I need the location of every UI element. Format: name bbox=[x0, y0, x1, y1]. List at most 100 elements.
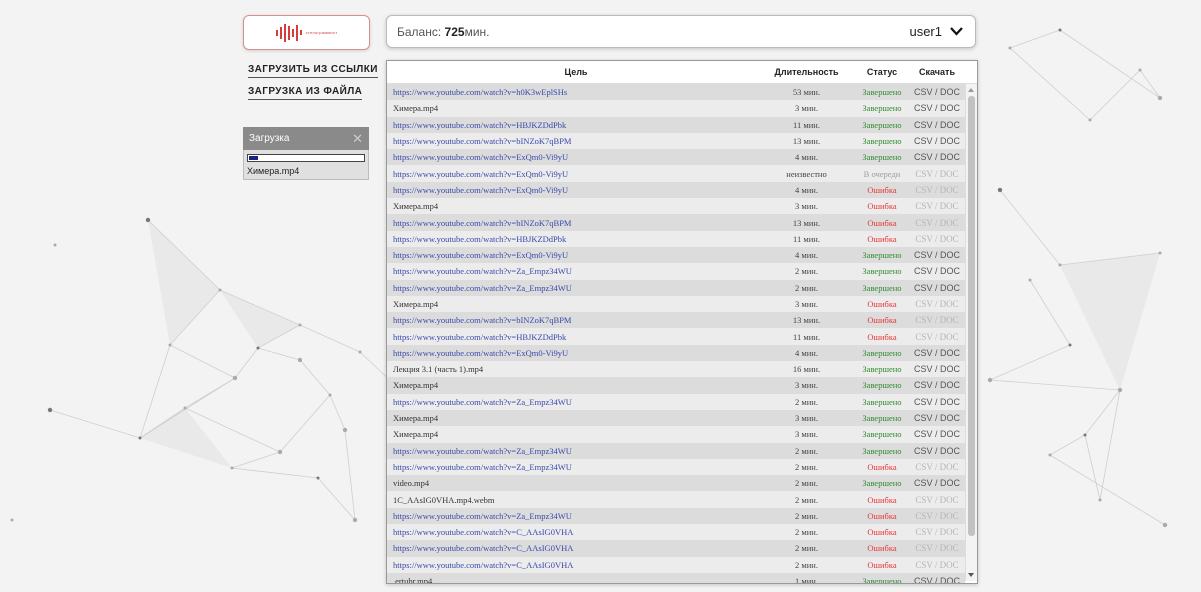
background-node bbox=[1068, 343, 1072, 347]
row-goal-link[interactable]: https://www.youtube.com/watch?v=HBJKZDdP… bbox=[387, 120, 759, 130]
row-goal-link[interactable]: https://www.youtube.com/watch?v=Za_Empz3… bbox=[387, 446, 759, 456]
row-download-link[interactable]: CSV / DOC bbox=[910, 120, 964, 130]
table-row: https://www.youtube.com/watch?v=bINZoK7q… bbox=[387, 312, 965, 329]
background-line bbox=[1139, 69, 1161, 99]
row-goal-link[interactable]: https://www.youtube.com/watch?v=ExQm0-Vi… bbox=[387, 169, 759, 179]
row-goal-link[interactable]: https://www.youtube.com/watch?v=Za_Empz3… bbox=[387, 283, 759, 293]
row-goal-file: Химера.mp4 bbox=[393, 299, 439, 309]
chevron-down-icon bbox=[950, 27, 963, 36]
row-download-link: CSV / DOC bbox=[915, 233, 959, 244]
background-node bbox=[1083, 433, 1087, 437]
row-status: Завершено bbox=[862, 429, 902, 440]
table-row: Химера.mp4 3 мин. Завершено CSV / DOC bbox=[387, 377, 965, 394]
row-goal-link[interactable]: https://www.youtube.com/watch?v=bINZoK7q… bbox=[387, 136, 759, 146]
row-goal-link[interactable]: https://www.youtube.com/watch?v=bINZoK7q… bbox=[387, 218, 759, 228]
scroll-down-icon[interactable] bbox=[968, 573, 974, 577]
row-download-link[interactable]: CSV / DOC bbox=[910, 364, 964, 374]
upload-file-name: Химера.mp4 bbox=[247, 166, 300, 176]
row-download-link[interactable]: CSV / DOC bbox=[910, 152, 964, 162]
upload-from-link[interactable]: ЗАГРУЗИТЬ ИЗ ССЫЛКИ bbox=[248, 64, 378, 78]
row-goal-link[interactable]: https://www.youtube.com/watch?v=HBJKZDdP… bbox=[387, 234, 759, 244]
row-download-link[interactable]: CSV / DOC bbox=[910, 429, 964, 439]
row-download-link[interactable]: CSV / DOC bbox=[910, 348, 964, 358]
row-goal-link[interactable]: https://www.youtube.com/watch?v=C_AAsIG0… bbox=[387, 543, 759, 553]
column-header-duration[interactable]: Длительность bbox=[759, 67, 854, 77]
row-goal-link[interactable]: https://www.youtube.com/watch?v=ExQm0-Vi… bbox=[387, 152, 759, 162]
background-node bbox=[997, 187, 1003, 193]
row-duration: 2 мин. bbox=[795, 282, 818, 293]
row-download-link[interactable]: CSV / DOC bbox=[910, 250, 964, 260]
background-line bbox=[1049, 454, 1166, 526]
row-goal-link[interactable]: https://www.youtube.com/watch?v=ExQm0-Vi… bbox=[387, 185, 759, 195]
row-goal-link[interactable]: https://www.youtube.com/watch?v=Za_Empz3… bbox=[387, 266, 759, 276]
background-node bbox=[53, 243, 57, 247]
row-goal-link[interactable]: https://www.youtube.com/watch?v=ExQm0-Vi… bbox=[387, 348, 759, 358]
row-goal-link[interactable]: https://www.youtube.com/watch?v=Za_Empz3… bbox=[387, 397, 759, 407]
row-goal-link[interactable]: https://www.youtube.com/watch?v=Za_Empz3… bbox=[387, 511, 759, 521]
background-node bbox=[297, 357, 303, 363]
row-download-link: CSV / DOC bbox=[915, 299, 959, 309]
background-node bbox=[1117, 387, 1123, 393]
logo[interactable]: стенограммист bbox=[243, 15, 370, 50]
row-goal-file: Лекция 3.1 (часть 1).mp4 bbox=[393, 364, 484, 375]
row-download-link[interactable]: CSV / DOC bbox=[910, 413, 964, 423]
upload-panel: Загрузка ✕ Химера.mp4 bbox=[243, 127, 369, 180]
row-download-link[interactable]: CSV / DOC bbox=[910, 446, 964, 456]
background-node bbox=[1157, 95, 1163, 101]
background-line bbox=[169, 344, 236, 379]
row-download-link[interactable]: CSV / DOC bbox=[910, 397, 964, 407]
row-status: Ошибка bbox=[867, 184, 897, 195]
tasks-table: Цель Длительность Статус Скачать https:/… bbox=[386, 60, 978, 584]
scrollbar[interactable] bbox=[965, 84, 977, 581]
row-status: Ошибка bbox=[867, 299, 897, 309]
scrollbar-thumb[interactable] bbox=[968, 96, 975, 536]
background-line bbox=[1099, 389, 1121, 501]
user-menu[interactable]: user1 bbox=[909, 24, 963, 39]
background-node bbox=[277, 449, 283, 455]
row-download-link[interactable]: CSV / DOC bbox=[910, 478, 964, 488]
background-line bbox=[989, 379, 1121, 391]
scroll-up-icon[interactable] bbox=[968, 88, 974, 92]
row-download-link[interactable]: CSV / DOC bbox=[910, 266, 964, 276]
row-status: Ошибка bbox=[867, 217, 897, 228]
background-line bbox=[1084, 434, 1101, 501]
row-download-link[interactable]: CSV / DOC bbox=[910, 576, 964, 583]
row-duration: 4 мин. bbox=[795, 250, 818, 261]
background-node bbox=[168, 343, 172, 347]
column-header-goal[interactable]: Цель bbox=[387, 67, 759, 77]
row-status: Завершено bbox=[862, 87, 902, 98]
row-goal-file: Химера.mp4 bbox=[393, 201, 439, 212]
column-header-download[interactable]: Скачать bbox=[910, 67, 964, 77]
row-goal-link[interactable]: https://www.youtube.com/watch?v=ExQm0-Vi… bbox=[387, 250, 759, 260]
row-download-link[interactable]: CSV / DOC bbox=[910, 283, 964, 293]
row-download-link[interactable]: CSV / DOC bbox=[910, 103, 964, 113]
row-download-link[interactable]: CSV / DOC bbox=[910, 136, 964, 146]
table-row: https://www.youtube.com/watch?v=h0K3wEpl… bbox=[387, 84, 965, 101]
upload-from-file[interactable]: ЗАГРУЗКА ИЗ ФАЙЛА bbox=[248, 86, 363, 100]
row-download-link: CSV / DOC bbox=[915, 315, 959, 326]
row-goal-link[interactable]: https://www.youtube.com/watch?v=bINZoK7q… bbox=[387, 315, 759, 325]
table-row: https://www.youtube.com/watch?v=C_AAsIG0… bbox=[387, 556, 965, 573]
background-node bbox=[316, 476, 320, 480]
row-duration: 4 мин. bbox=[795, 184, 818, 195]
row-download-link: CSV / DOC bbox=[915, 331, 959, 342]
row-download-link[interactable]: CSV / DOC bbox=[910, 87, 964, 97]
row-goal-link[interactable]: https://www.youtube.com/watch?v=h0K3wEpl… bbox=[387, 87, 759, 97]
column-header-status[interactable]: Статус bbox=[854, 67, 910, 77]
table-row: https://www.youtube.com/watch?v=C_AAsIG0… bbox=[387, 540, 965, 557]
row-goal-file: Химера.mp4 bbox=[393, 429, 439, 440]
balance-value: 725 bbox=[444, 24, 465, 39]
background-line bbox=[1059, 29, 1161, 99]
background-line bbox=[989, 344, 1071, 381]
row-goal-link[interactable]: https://www.youtube.com/watch?v=HBJKZDdP… bbox=[387, 332, 759, 342]
close-icon[interactable]: ✕ bbox=[352, 131, 363, 147]
row-goal-link[interactable]: https://www.youtube.com/watch?v=C_AAsIG0… bbox=[387, 560, 759, 570]
row-download-link[interactable]: CSV / DOC bbox=[910, 380, 964, 390]
table-row: Лекция 3.1 (часть 1).mp4 16 мин. Завершено… bbox=[387, 361, 965, 378]
row-goal-link[interactable]: https://www.youtube.com/watch?v=C_AAsIG0… bbox=[387, 527, 759, 537]
row-status: Завершено bbox=[862, 152, 902, 163]
row-goal-link[interactable]: https://www.youtube.com/watch?v=Za_Empz3… bbox=[387, 462, 759, 472]
background-line bbox=[257, 347, 301, 361]
background-line bbox=[1029, 279, 1071, 346]
row-duration: 3 мин. bbox=[795, 103, 818, 114]
